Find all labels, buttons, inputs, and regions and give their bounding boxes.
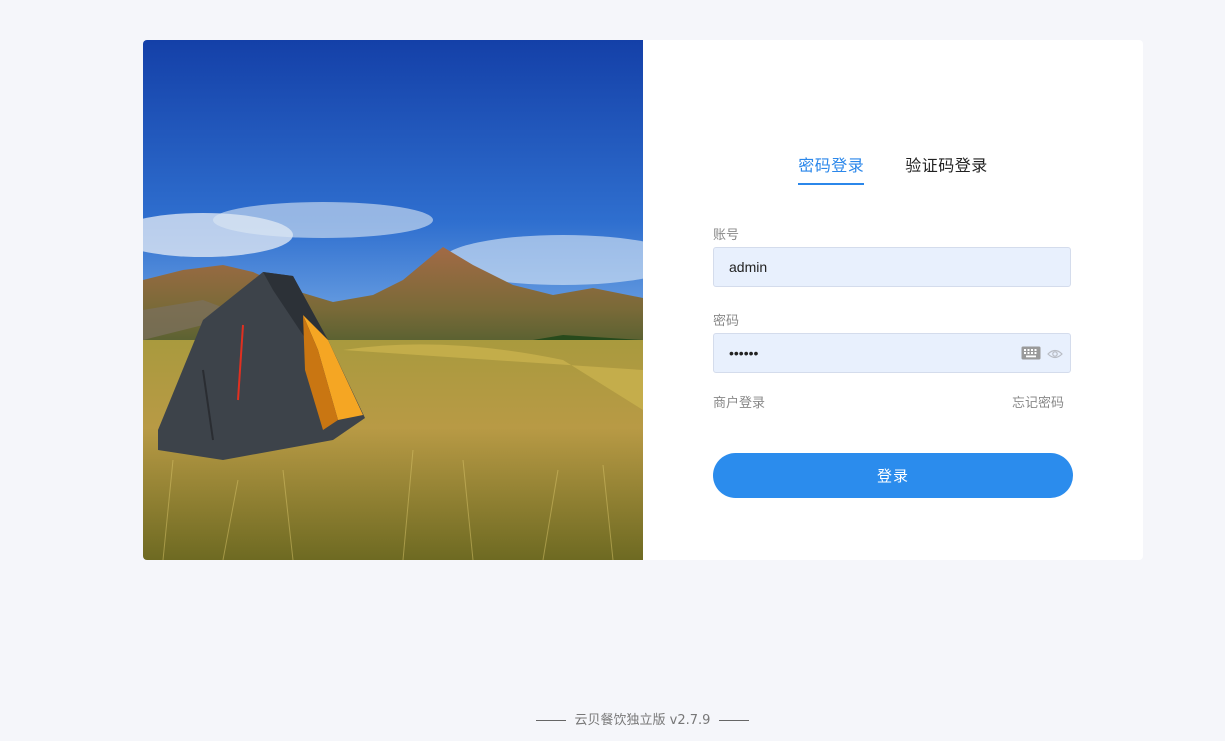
hero-image	[143, 40, 643, 560]
merchant-login-link[interactable]: 商户登录	[713, 392, 765, 411]
account-input[interactable]	[713, 247, 1071, 287]
password-input[interactable]	[713, 333, 1071, 373]
footer: 云贝餐饮独立版 v2.7.9	[0, 709, 1225, 728]
eye-icon[interactable]	[1047, 345, 1063, 364]
login-button[interactable]: 登录	[713, 453, 1073, 498]
password-icons	[1021, 346, 1063, 362]
forgot-password-link[interactable]: 忘记密码	[1012, 392, 1064, 411]
login-form: 密码登录 验证码登录 账号 密码	[643, 40, 1143, 560]
keyboard-icon[interactable]	[1021, 345, 1041, 364]
password-label: 密码	[713, 314, 740, 329]
account-label: 账号	[713, 228, 740, 243]
tab-code-login[interactable]: 验证码登录	[905, 152, 988, 183]
footer-divider-right	[718, 720, 749, 721]
footer-divider-left	[536, 720, 567, 721]
login-card: 密码登录 验证码登录 账号 密码	[143, 40, 1143, 560]
tab-password-login[interactable]: 密码登录	[798, 152, 865, 185]
login-tabs: 密码登录 验证码登录	[643, 152, 1143, 185]
footer-text: 云贝餐饮独立版 v2.7.9	[574, 713, 711, 728]
